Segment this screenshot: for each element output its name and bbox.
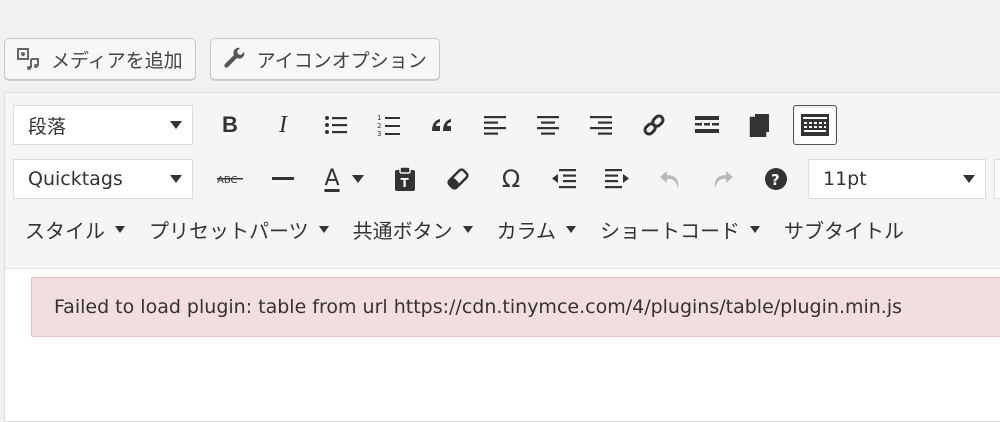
- horizontal-line-button[interactable]: [263, 159, 303, 199]
- redo-button[interactable]: [703, 159, 743, 199]
- icon-options-label: アイコンオプション: [256, 49, 427, 72]
- align-left-icon: [484, 116, 506, 135]
- font-family-select[interactable]: L: [994, 159, 1000, 199]
- undo-icon: [660, 171, 679, 189]
- align-right-button[interactable]: [581, 105, 621, 145]
- editor: 段落 B I 123 Quicktags ABC A T Ω ? 11pt スタ…: [4, 92, 1000, 422]
- indent-button[interactable]: [597, 159, 637, 199]
- text-color-icon: A: [324, 168, 339, 190]
- toolbar-row-3: スタイル プリセットパーツ 共通ボタン カラム ショートコード サブタイトル: [25, 215, 904, 244]
- subtitle-menu-label: サブタイトル: [784, 219, 905, 243]
- text-color-button[interactable]: A: [316, 159, 372, 199]
- svg-text:3: 3: [377, 130, 381, 137]
- preset-parts-menu-label: プリセットパーツ: [149, 219, 309, 243]
- error-message: Failed to load plugin: table from url ht…: [54, 296, 903, 318]
- link-icon: [643, 114, 665, 136]
- align-center-icon: [537, 116, 559, 135]
- read-more-icon: [695, 116, 719, 133]
- redo-icon: [714, 171, 733, 189]
- clear-formatting-button[interactable]: [438, 159, 478, 199]
- media-buttons: メディアを追加 アイコンオプション: [4, 38, 440, 80]
- chevron-down-icon: [115, 226, 125, 233]
- bold-icon: B: [222, 112, 238, 137]
- bold-button[interactable]: B: [210, 105, 250, 145]
- paste-as-text-button[interactable]: T: [385, 159, 425, 199]
- help-button[interactable]: ?: [756, 159, 796, 199]
- add-media-button[interactable]: メディアを追加: [4, 38, 196, 80]
- special-character-button[interactable]: Ω: [491, 159, 531, 199]
- outdent-icon: [552, 169, 576, 189]
- icon-options-button[interactable]: アイコンオプション: [209, 38, 440, 80]
- keyboard-icon: [801, 114, 829, 136]
- copy-button[interactable]: [740, 105, 780, 145]
- media-icon: [17, 47, 41, 71]
- numbered-list-button[interactable]: 123: [369, 105, 409, 145]
- subtitle-menu[interactable]: サブタイトル: [784, 215, 904, 244]
- chevron-down-icon: [750, 226, 761, 233]
- outdent-button[interactable]: [544, 159, 584, 199]
- column-menu-label: カラム: [496, 219, 557, 243]
- shortcode-menu[interactable]: ショートコード: [600, 215, 761, 244]
- common-button-menu[interactable]: 共通ボタン: [353, 215, 473, 244]
- chevron-down-icon: [462, 226, 473, 233]
- help-icon: ?: [765, 168, 787, 190]
- font-size-select-value: 11pt: [823, 168, 867, 190]
- chevron-down-icon: [170, 121, 182, 129]
- toolbar-toggle-button[interactable]: [793, 105, 837, 145]
- indent-icon: [605, 169, 629, 189]
- toolbar-row-2: Quicktags ABC A T Ω ? 11pt: [13, 159, 1000, 199]
- italic-button[interactable]: I: [263, 105, 303, 145]
- clipboard-icon: T: [395, 166, 415, 191]
- chevron-down-icon: [351, 175, 364, 183]
- align-center-button[interactable]: [528, 105, 568, 145]
- bullet-list-button[interactable]: [316, 105, 356, 145]
- plugin-error-notice: Failed to load plugin: table from url ht…: [31, 277, 1000, 337]
- svg-text:T: T: [401, 176, 410, 190]
- italic-icon: I: [279, 111, 287, 138]
- quicktags-select[interactable]: Quicktags: [13, 159, 193, 199]
- strikethrough-icon: ABC: [217, 175, 243, 186]
- common-button-menu-label: 共通ボタン: [352, 219, 453, 243]
- chevron-down-icon: [318, 226, 329, 233]
- column-menu[interactable]: カラム: [496, 215, 577, 244]
- numbered-list-icon: 123: [377, 114, 400, 137]
- horizontal-line-icon: [272, 177, 294, 180]
- link-button[interactable]: [634, 105, 674, 145]
- style-menu-label: スタイル: [25, 219, 105, 243]
- copy-icon: [749, 114, 769, 137]
- blockquote-button[interactable]: [422, 105, 462, 145]
- chevron-down-icon: [170, 175, 182, 183]
- omega-icon: Ω: [501, 165, 521, 193]
- svg-text:1: 1: [377, 114, 381, 122]
- align-left-button[interactable]: [475, 105, 515, 145]
- chevron-down-icon: [566, 226, 577, 233]
- editor-toolbar: 段落 B I 123 Quicktags ABC A T Ω ? 11pt スタ…: [5, 93, 1000, 269]
- add-media-label: メディアを追加: [51, 49, 183, 72]
- custom-menus: スタイル プリセットパーツ 共通ボタン カラム ショートコード サブタイトル: [25, 215, 904, 244]
- blockquote-icon: [432, 119, 451, 131]
- read-more-button[interactable]: [687, 105, 727, 145]
- font-size-select[interactable]: 11pt: [808, 159, 986, 199]
- toolbar-row-1: 段落 B I 123: [13, 105, 837, 145]
- chevron-down-icon: [963, 175, 975, 183]
- bullet-list-icon: [325, 116, 347, 134]
- svg-text:2: 2: [377, 122, 381, 130]
- eraser-icon: [447, 168, 469, 190]
- wrench-icon: [223, 47, 247, 71]
- text-color-letter: A: [324, 166, 340, 191]
- undo-button[interactable]: [650, 159, 690, 199]
- svg-text:?: ?: [771, 171, 780, 189]
- format-select-value: 段落: [28, 115, 67, 138]
- quicktags-select-value: Quicktags: [28, 168, 123, 190]
- shortcode-menu-label: ショートコード: [600, 219, 741, 243]
- style-menu[interactable]: スタイル: [25, 215, 125, 244]
- preset-parts-menu[interactable]: プリセットパーツ: [149, 215, 329, 244]
- strikethrough-button[interactable]: ABC: [210, 159, 250, 199]
- format-select[interactable]: 段落: [13, 105, 193, 145]
- svg-text:ABC: ABC: [217, 175, 238, 186]
- align-right-icon: [590, 116, 612, 135]
